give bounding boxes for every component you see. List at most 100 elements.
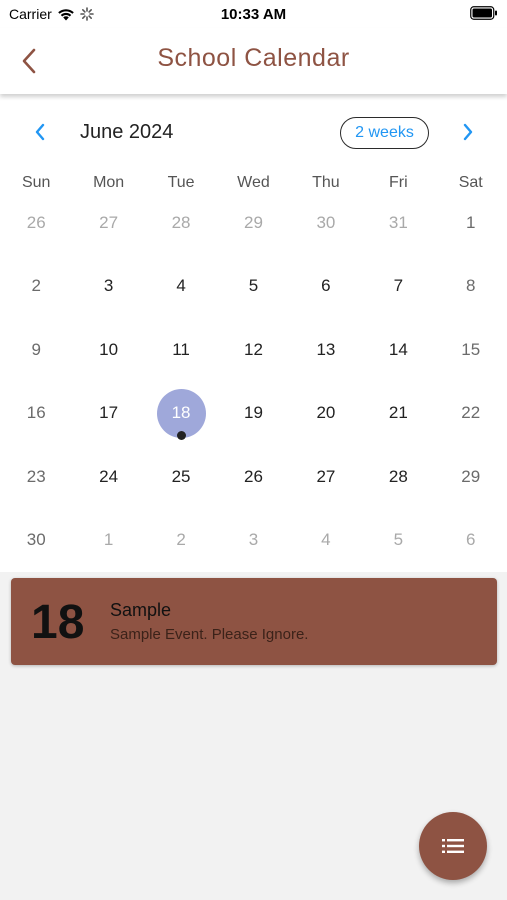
event-day-number: 18 [31, 596, 85, 649]
calendar-day-number: 4 [321, 530, 331, 550]
calendar-day-number: 10 [99, 339, 119, 359]
chevron-right-icon [463, 123, 473, 141]
calendar-day-number: 9 [31, 339, 41, 359]
calendar-day-number: 11 [172, 339, 190, 359]
calendar-day[interactable]: 7 [362, 255, 434, 319]
calendar-day[interactable]: 2 [0, 255, 72, 319]
calendar-day[interactable]: 3 [72, 255, 144, 319]
calendar-day[interactable]: 27 [72, 191, 144, 255]
calendar-day[interactable]: 29 [217, 191, 289, 255]
calendar-day[interactable]: 21 [362, 382, 434, 446]
calendar-day-number: 18 [171, 403, 191, 423]
calendar-day[interactable]: 15 [435, 318, 507, 382]
calendar-day-number: 28 [171, 212, 191, 232]
calendar-day-number: 22 [461, 403, 481, 423]
calendar-day-number: 17 [99, 403, 119, 423]
calendar-day-number: 23 [26, 466, 46, 486]
calendar-day[interactable]: 30 [290, 191, 362, 255]
calendar-day-number: 6 [321, 276, 331, 296]
status-bar: Carrier 10:33 AM [0, 0, 507, 28]
calendar-grid: 26 27 28 29 30 31 1 2 3 4 5 6 7 8 9 10 11 12 13 14 15 16 17 18 1… [0, 191, 507, 572]
calendar-day[interactable]: 27 [290, 445, 362, 509]
calendar-day[interactable]: 16 [0, 382, 72, 446]
calendar-day[interactable]: 10 [72, 318, 144, 382]
calendar-day[interactable]: 22 [435, 382, 507, 446]
calendar-day[interactable]: 30 [0, 509, 72, 573]
calendar-day[interactable]: 9 [0, 318, 72, 382]
calendar-format-button[interactable]: 2 weeks [340, 117, 429, 149]
calendar-day-number: 27 [99, 212, 119, 232]
calendar-day-number: 24 [99, 466, 119, 486]
calendar-day-number: 27 [316, 466, 336, 486]
calendar-day[interactable]: 14 [362, 318, 434, 382]
calendar-day[interactable]: 4 [290, 509, 362, 573]
calendar-day[interactable]: 4 [145, 255, 217, 319]
calendar-day[interactable]: 1 [72, 509, 144, 573]
calendar-day-number: 8 [466, 276, 476, 296]
calendar-day-number: 25 [171, 466, 191, 486]
calendar-day[interactable]: 28 [362, 445, 434, 509]
battery-icon [470, 6, 497, 20]
calendar-day-number: 21 [388, 403, 408, 423]
calendar-day[interactable]: 31 [362, 191, 434, 255]
calendar-day-number: 4 [176, 276, 186, 296]
calendar-day-number: 29 [461, 466, 481, 486]
calendar-day-number: 28 [388, 466, 408, 486]
calendar-day[interactable]: 13 [290, 318, 362, 382]
calendar-week-row: 16 17 18 19 20 21 22 [0, 382, 507, 446]
next-month-button[interactable] [456, 120, 480, 144]
calendar-day[interactable]: 28 [145, 191, 217, 255]
page-title: School Calendar [157, 44, 350, 72]
event-list-button[interactable] [419, 812, 487, 880]
calendar-week-row: 26 27 28 29 30 31 1 [0, 191, 507, 255]
status-time: 10:33 AM [220, 6, 287, 23]
calendar-day[interactable]: 2 [145, 509, 217, 573]
calendar-day-number: 16 [26, 403, 46, 423]
event-marker-dot [176, 431, 186, 441]
calendar-day-selected[interactable]: 18 [145, 382, 217, 446]
calendar-day-number: 20 [316, 403, 336, 423]
calendar-day[interactable]: 20 [290, 382, 362, 446]
calendar-day[interactable]: 1 [435, 191, 507, 255]
calendar-day-number: 26 [26, 212, 46, 232]
calendar-day[interactable]: 6 [435, 509, 507, 573]
calendar-day[interactable]: 12 [217, 318, 289, 382]
calendar-day[interactable]: 19 [217, 382, 289, 446]
calendar-day-number: 26 [244, 466, 263, 486]
calendar-day[interactable]: 8 [435, 255, 507, 319]
calendar-day-number: 3 [248, 530, 259, 550]
nav-bar: School Calendar [0, 28, 507, 94]
calendar-day[interactable]: 6 [290, 255, 362, 319]
calendar-day[interactable]: 23 [0, 445, 72, 509]
calendar-day-number: 31 [388, 212, 408, 232]
calendar: June 2024 2 weeks Sun Mon Tue Wed Thu Fr… [0, 94, 507, 572]
calendar-day-number: 2 [176, 530, 186, 550]
calendar-day-number: 14 [388, 339, 408, 359]
calendar-day-number: 6 [466, 530, 476, 550]
calendar-day[interactable]: 11 [145, 318, 217, 382]
calendar-day[interactable]: 5 [217, 255, 289, 319]
previous-month-button[interactable] [28, 120, 52, 144]
chevron-left-icon [35, 123, 45, 141]
calendar-day-number: 5 [393, 530, 404, 550]
calendar-week-row: 30 1 2 3 4 5 6 [0, 509, 507, 573]
calendar-day[interactable]: 25 [145, 445, 217, 509]
calendar-day[interactable]: 3 [217, 509, 289, 573]
calendar-day[interactable]: 26 [217, 445, 289, 509]
calendar-day[interactable]: 29 [435, 445, 507, 509]
calendar-day-number: 1 [103, 530, 114, 550]
calendar-day[interactable]: 5 [362, 509, 434, 573]
calendar-day-number: 12 [244, 339, 263, 359]
calendar-day-number: 1 [466, 212, 476, 232]
event-card[interactable]: 18 Sample Sample Event. Please Ignore. [11, 578, 497, 665]
calendar-week-row: 23 24 25 26 27 28 29 [0, 445, 507, 509]
calendar-month-label: June 2024 [80, 121, 174, 143]
calendar-day-number: 5 [248, 276, 259, 296]
calendar-day-number: 2 [31, 276, 41, 296]
list-icon [442, 839, 464, 853]
calendar-day[interactable]: 24 [72, 445, 144, 509]
calendar-day[interactable]: 17 [72, 382, 144, 446]
calendar-day-number: 3 [103, 276, 114, 296]
calendar-day[interactable]: 26 [0, 191, 72, 255]
calendar-day-number: 15 [461, 339, 481, 359]
